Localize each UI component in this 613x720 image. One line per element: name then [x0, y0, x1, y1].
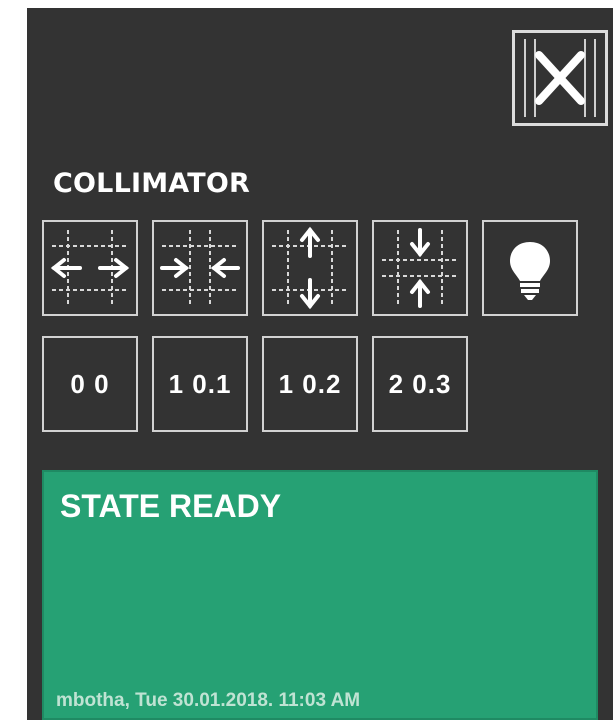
expand-horizontal-icon: [50, 230, 130, 306]
state-status-text: STATE READY: [60, 488, 282, 524]
contract-vertical-button[interactable]: [372, 220, 468, 316]
lightbulb-icon: [510, 242, 550, 300]
preset-button-label: 2 0.3: [388, 368, 452, 399]
expand-horizontal-button[interactable]: [42, 220, 138, 316]
preset-button-label: 1 0.1: [168, 368, 232, 399]
state-footer-text: mbotha, Tue 30.01.2018. 11:03 AM: [56, 690, 361, 711]
light-button[interactable]: [482, 220, 578, 316]
preset-button-1[interactable]: 0 0: [42, 336, 138, 432]
section-title: COLLIMATOR: [53, 168, 251, 199]
contract-vertical-icon: [382, 228, 458, 308]
preset-button-label: 0 0: [70, 368, 110, 399]
preset-button-3[interactable]: 1 0.2: [262, 336, 358, 432]
expand-vertical-button[interactable]: [262, 220, 358, 316]
collimator-panel: COLLIMATOR 0 0 1 0.1 1 0.2 2 0.3 STATE R…: [27, 8, 613, 720]
close-button[interactable]: [512, 30, 608, 126]
preset-button-4[interactable]: 2 0.3: [372, 336, 468, 432]
close-x-icon: [524, 39, 596, 117]
preset-button-label: 1 0.2: [278, 368, 342, 399]
contract-horizontal-button[interactable]: [152, 220, 248, 316]
state-panel: STATE READY mbotha, Tue 30.01.2018. 11:0…: [42, 470, 598, 720]
contract-horizontal-icon: [160, 230, 240, 306]
expand-vertical-icon: [272, 226, 348, 310]
preset-button-2[interactable]: 1 0.1: [152, 336, 248, 432]
